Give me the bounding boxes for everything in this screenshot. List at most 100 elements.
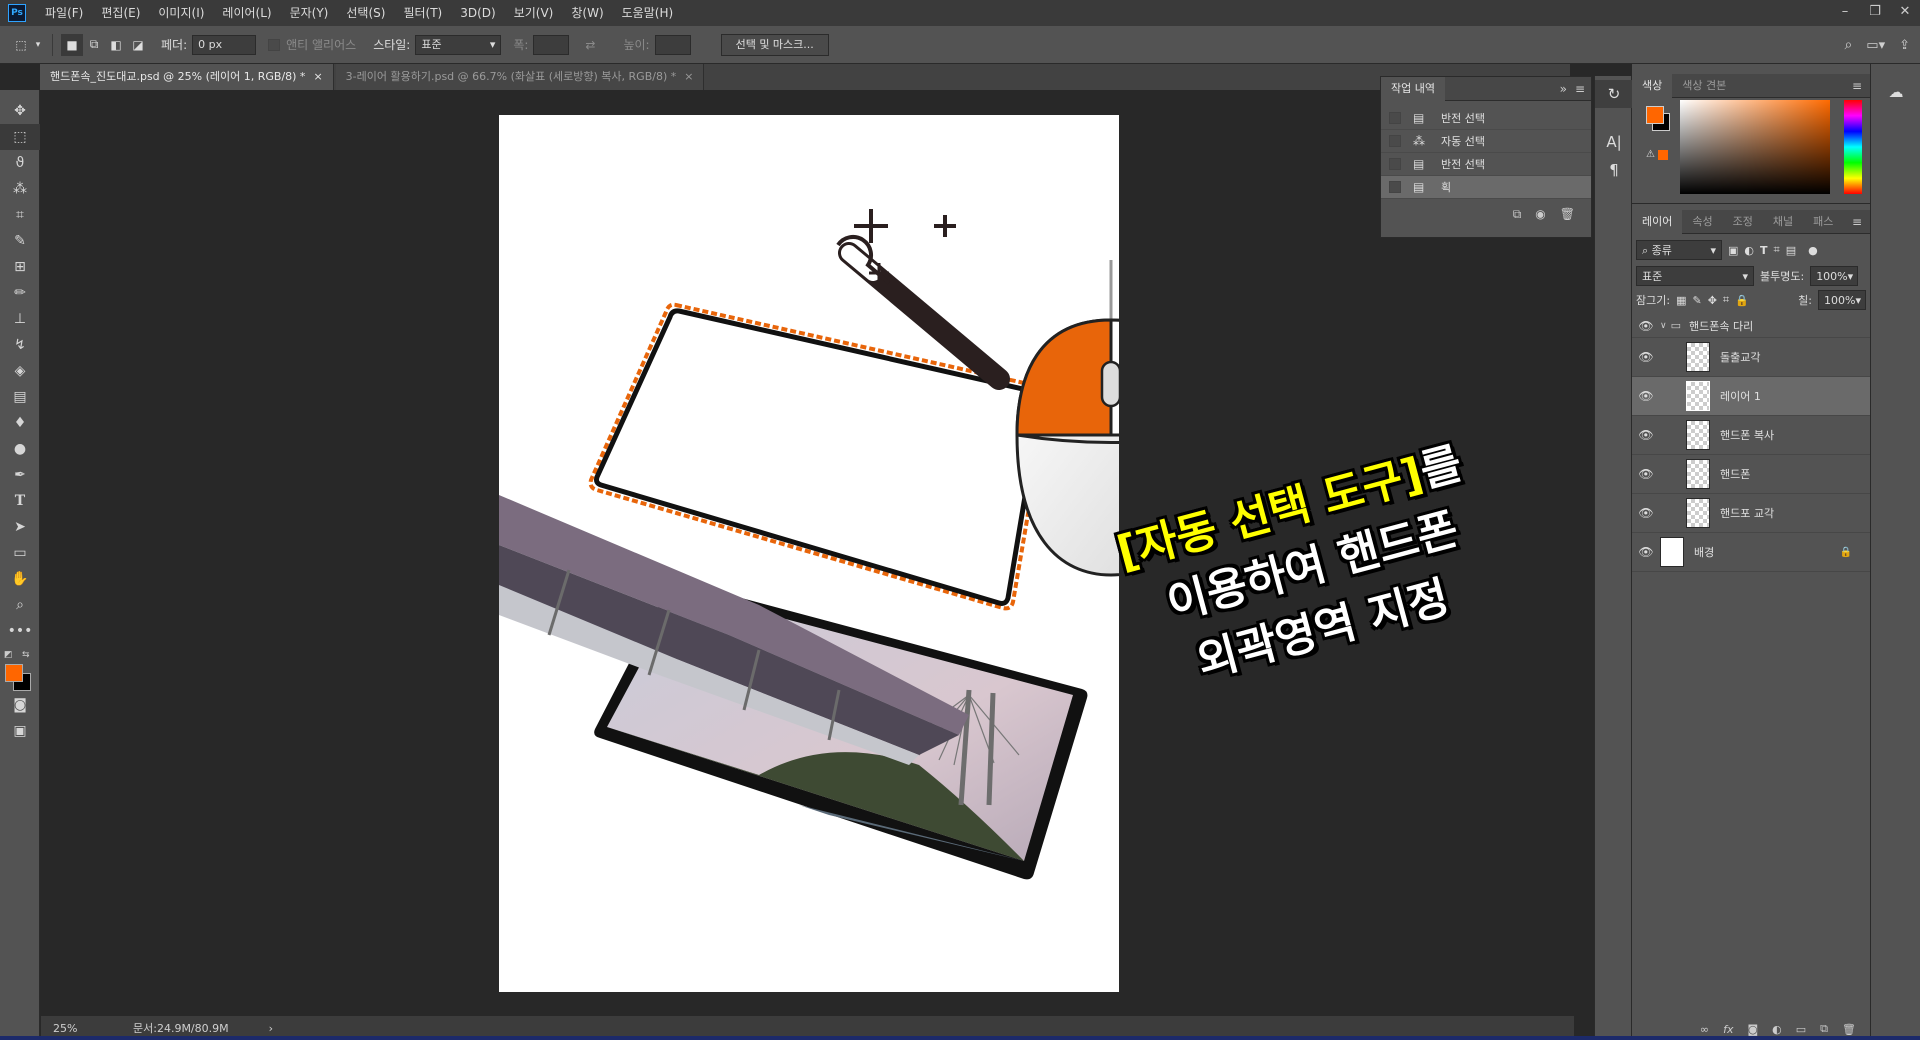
adjustment-layer-icon[interactable]: ◐: [1772, 1023, 1782, 1036]
snapshot-checkbox[interactable]: [1389, 112, 1401, 124]
new-document-from-state-icon[interactable]: ⧉: [1513, 207, 1522, 222]
layer-item[interactable]: 👁 핸드폰: [1632, 455, 1870, 494]
eye-icon[interactable]: 👁: [1632, 350, 1660, 364]
filter-shape-icon[interactable]: ⌗: [1774, 243, 1780, 257]
healing-brush-icon[interactable]: ⊞: [0, 254, 40, 280]
layer-filter-select[interactable]: ⌕ 종류 ▾: [1636, 240, 1722, 260]
panel-menu-icon[interactable]: ≡: [1575, 82, 1585, 96]
filter-type-icon[interactable]: T: [1760, 244, 1768, 257]
lock-transparent-icon[interactable]: ▦: [1676, 294, 1686, 307]
intersect-selection-icon[interactable]: ◪: [127, 34, 149, 56]
antialias-checkbox[interactable]: [268, 38, 281, 51]
eye-icon[interactable]: 👁: [1632, 428, 1660, 442]
chevron-down-icon[interactable]: ∨: [1660, 321, 1667, 331]
menu-type[interactable]: 문자(Y): [281, 0, 338, 26]
layer-group[interactable]: 👁 ∨ ▭ 핸드폰속 다리: [1632, 314, 1870, 338]
collapse-icon[interactable]: »: [1560, 82, 1567, 96]
foreground-color-swatch[interactable]: [5, 664, 23, 682]
web-safe-swatch[interactable]: [1658, 150, 1668, 160]
menu-layer[interactable]: 레이어(L): [213, 0, 280, 26]
snapshot-checkbox[interactable]: [1389, 158, 1401, 170]
menu-select[interactable]: 선택(S): [337, 0, 394, 26]
fill-input[interactable]: 100% ▾: [1818, 290, 1866, 310]
document-canvas[interactable]: [499, 115, 1119, 992]
brush-tool-icon[interactable]: ✏: [0, 280, 40, 306]
dodge-tool-icon[interactable]: ●: [0, 436, 40, 462]
eyedropper-tool-icon[interactable]: ✎: [0, 228, 40, 254]
zoom-level[interactable]: 25%: [53, 1022, 123, 1035]
gradient-tool-icon[interactable]: ▤: [0, 384, 40, 410]
tab-history[interactable]: 작업 내역: [1381, 76, 1445, 101]
workspace-icon[interactable]: ▭▾: [1866, 38, 1885, 53]
filter-smart-object-icon[interactable]: ▤: [1786, 244, 1796, 257]
blur-tool-icon[interactable]: ♦: [0, 410, 40, 436]
swap-icon[interactable]: ⇄: [579, 34, 601, 56]
marquee-preset-icon[interactable]: ⬚: [10, 34, 32, 56]
magic-wand-tool-icon[interactable]: ⁂: [0, 176, 40, 202]
search-icon[interactable]: ⌕: [1844, 37, 1852, 53]
snapshot-icon[interactable]: ◉: [1535, 207, 1545, 222]
blend-mode-select[interactable]: 표준 ▾: [1636, 266, 1754, 286]
tab-properties[interactable]: 속성: [1682, 210, 1722, 234]
layer-item-background[interactable]: 👁 배경 🔒: [1632, 533, 1870, 572]
crop-tool-icon[interactable]: ⌗: [0, 202, 40, 228]
eye-icon[interactable]: 👁: [1632, 389, 1660, 403]
trash-icon[interactable]: 🗑: [1560, 207, 1575, 222]
libraries-icon[interactable]: ☁: [1871, 78, 1920, 106]
character-panel-icon[interactable]: A|: [1595, 128, 1633, 156]
history-row[interactable]: ⁂ 자동 선택: [1381, 130, 1591, 153]
status-arrow-icon[interactable]: ›: [269, 1022, 273, 1035]
new-selection-icon[interactable]: ■: [61, 33, 83, 56]
new-group-icon[interactable]: ▭: [1796, 1023, 1806, 1036]
rectangle-tool-icon[interactable]: ▭: [0, 540, 40, 566]
tab-channels[interactable]: 채널: [1763, 210, 1803, 234]
close-icon[interactable]: ✕: [1890, 0, 1920, 26]
menu-view[interactable]: 보기(V): [505, 0, 563, 26]
stamp-tool-icon[interactable]: ⊥: [0, 306, 40, 332]
close-icon[interactable]: ×: [313, 70, 322, 83]
filter-toggle-icon[interactable]: ●: [1808, 244, 1818, 257]
more-tools-icon[interactable]: •••: [0, 618, 40, 644]
menu-file[interactable]: 파일(F): [36, 0, 92, 26]
layer-item-selected[interactable]: 👁 레이어 1: [1632, 377, 1870, 416]
eraser-tool-icon[interactable]: ◈: [0, 358, 40, 384]
feather-input[interactable]: 0 px: [192, 34, 257, 55]
tab-layers[interactable]: 레이어: [1632, 209, 1683, 234]
menu-filter[interactable]: 필터(T): [394, 0, 451, 26]
restore-icon[interactable]: ❐: [1860, 0, 1890, 26]
filter-adjustment-icon[interactable]: ◐: [1744, 244, 1754, 257]
history-panel-icon[interactable]: ↻: [1595, 80, 1633, 108]
tab-document-2[interactable]: 3-레이어 활용하기.psd @ 66.7% (화살표 (세로방향) 복사, R…: [335, 64, 705, 90]
hand-tool-icon[interactable]: ✋: [0, 566, 40, 592]
move-tool-icon[interactable]: ✥: [0, 98, 40, 124]
lock-image-icon[interactable]: ✎: [1692, 294, 1701, 307]
tab-adjustments[interactable]: 조정: [1723, 210, 1763, 234]
screen-mode-icon[interactable]: ▣: [0, 718, 40, 744]
zoom-tool-icon[interactable]: ⌕: [0, 592, 40, 618]
new-layer-icon[interactable]: ⧉: [1820, 1022, 1828, 1036]
menu-image[interactable]: 이미지(I): [149, 0, 213, 26]
eye-icon[interactable]: 👁: [1632, 545, 1660, 559]
pen-tool-icon[interactable]: ✒: [0, 462, 40, 488]
snapshot-checkbox[interactable]: [1389, 135, 1401, 147]
close-icon[interactable]: ×: [684, 70, 693, 83]
eye-icon[interactable]: 👁: [1632, 467, 1660, 481]
opacity-input[interactable]: 100% ▾: [1810, 266, 1859, 286]
share-icon[interactable]: ⇪: [1899, 38, 1910, 53]
color-field[interactable]: [1680, 100, 1830, 194]
lock-artboard-icon[interactable]: ⌗: [1723, 293, 1729, 307]
tab-swatches[interactable]: 색상 견본: [1672, 74, 1736, 98]
subtract-selection-icon[interactable]: ◧: [105, 34, 127, 56]
width-input[interactable]: [533, 34, 570, 55]
add-selection-icon[interactable]: ⧉: [83, 34, 105, 56]
history-row[interactable]: ▤ 반전 선택: [1381, 153, 1591, 176]
style-select[interactable]: 표준 ▾: [415, 34, 502, 55]
foreground-color-swatch[interactable]: [1646, 106, 1664, 124]
height-input[interactable]: [654, 34, 691, 55]
panel-menu-icon[interactable]: ≡: [1852, 79, 1862, 93]
add-mask-icon[interactable]: ◙: [1747, 1023, 1758, 1036]
eye-icon[interactable]: 👁: [1632, 506, 1660, 520]
quick-mask-icon[interactable]: ◙: [0, 692, 40, 718]
history-row-selected[interactable]: ▤ 획: [1381, 176, 1591, 199]
gamut-warning-icon[interactable]: ⚠: [1646, 149, 1655, 160]
